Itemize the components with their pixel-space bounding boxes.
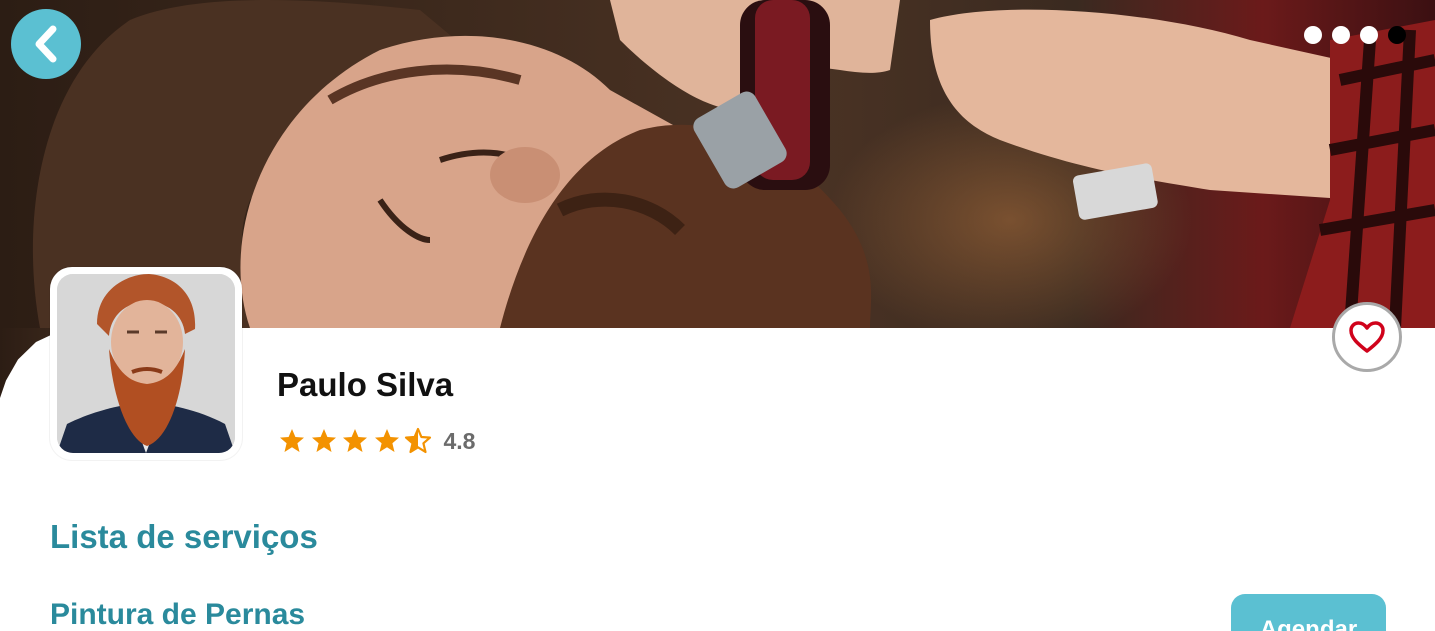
barber-profile-screen: Paulo Silva 4.8 Lista de serviços Pintur… [0,0,1435,631]
carousel-indicator [1304,26,1406,44]
star-filled-icon [280,429,304,452]
avatar-frame [50,267,242,460]
service-name: Pintura de Pernas [50,598,306,631]
heart-outline-icon [1349,321,1385,353]
carousel-dot[interactable] [1332,26,1350,44]
star-half-icon [404,427,432,454]
favorite-button[interactable] [1332,302,1402,372]
carousel-dot[interactable] [1388,26,1406,44]
rating-value: 4.8 [443,427,476,454]
carousel-dot[interactable] [1304,26,1322,44]
carousel-dot[interactable] [1360,26,1378,44]
avatar [57,274,235,453]
barber-name: Paulo Silva [277,366,454,403]
chevron-left-icon [35,25,57,63]
book-button[interactable]: Agendar [1231,594,1386,631]
star-filled-icon [343,429,367,452]
star-filled-icon [374,429,399,452]
back-button[interactable] [11,9,81,79]
services-section-title: Lista de serviços [50,518,318,555]
star-filled-icon [311,429,336,452]
rating: 4.8 [278,427,475,455]
